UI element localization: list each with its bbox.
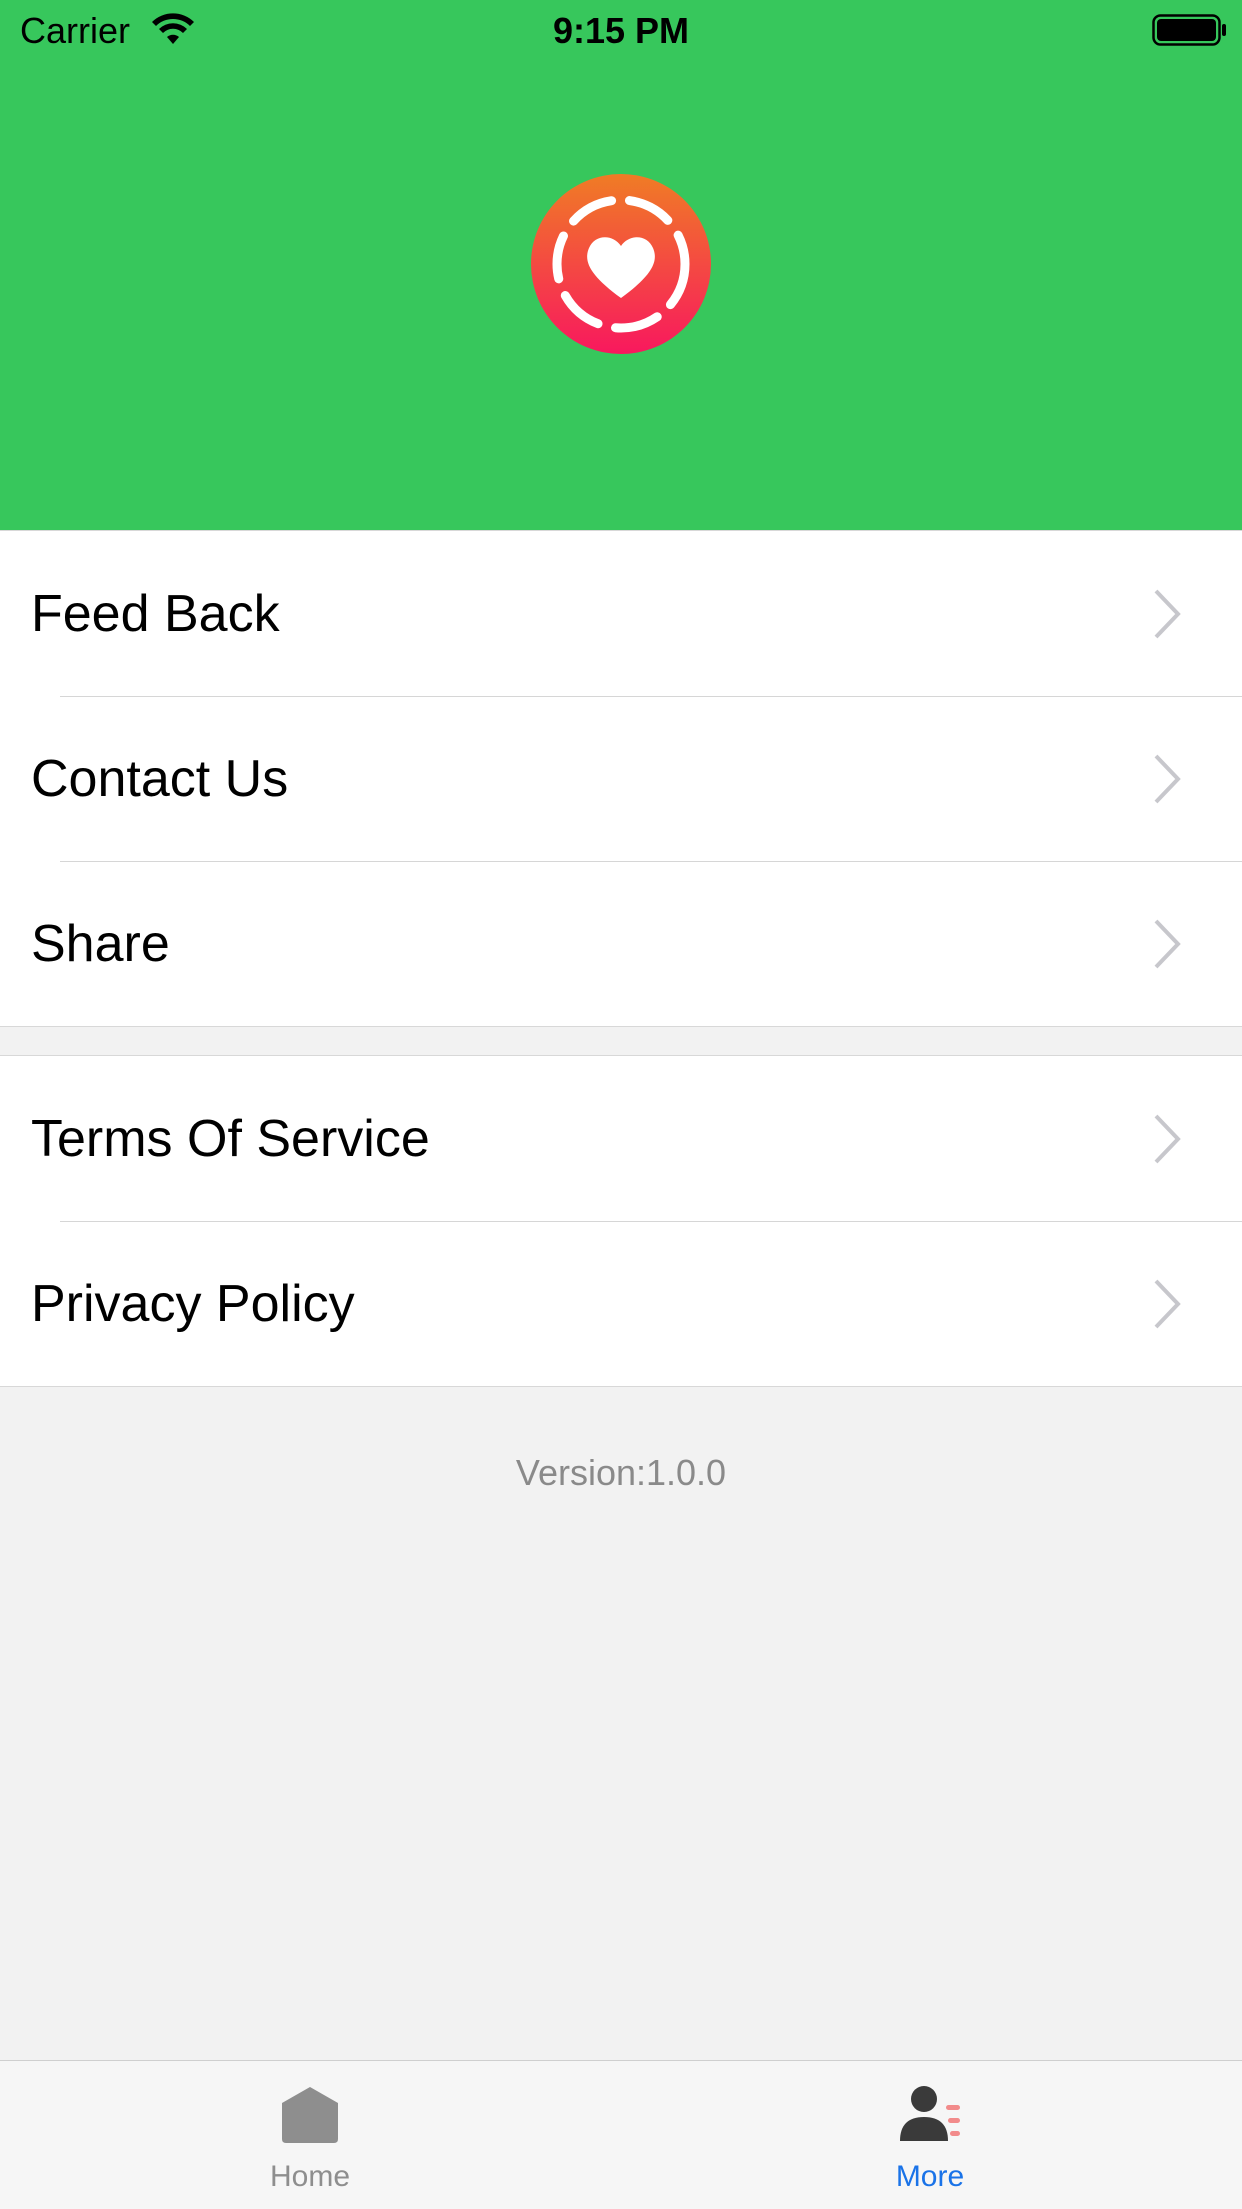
status-bar: Carrier 9:15 PM	[0, 0, 1242, 62]
chevron-right-icon	[1154, 1114, 1181, 1164]
chevron-right-icon	[1154, 754, 1181, 804]
menu-group-2: Terms Of Service Privacy Policy	[0, 1055, 1242, 1387]
status-time: 9:15 PM	[552, 10, 690, 51]
tab-more[interactable]: More	[780, 2061, 1080, 2209]
menu-item-label: Terms Of Service	[31, 1109, 430, 1168]
menu-item-label: Contact Us	[31, 749, 289, 808]
tab-bar: Home More	[0, 2060, 1242, 2209]
menu-item-feed-back[interactable]: Feed Back	[0, 531, 1242, 696]
menu-group-1: Feed Back Contact Us Share	[0, 530, 1242, 1027]
menu-item-label: Share	[31, 914, 170, 973]
menu-item-share[interactable]: Share	[0, 861, 1242, 1026]
home-icon	[282, 2087, 338, 2143]
tab-more-label: More	[895, 2160, 965, 2193]
menu-item-privacy-policy[interactable]: Privacy Policy	[0, 1221, 1242, 1386]
header: Carrier 9:15 PM	[0, 0, 1242, 530]
heart-ring-logo	[531, 174, 711, 354]
version-label: Version:1.0.0	[515, 1452, 727, 1493]
tab-home-label: Home	[269, 2160, 351, 2193]
menu-item-contact-us[interactable]: Contact Us	[0, 696, 1242, 861]
chevron-right-icon	[1154, 589, 1181, 639]
tab-home[interactable]: Home	[160, 2061, 460, 2209]
person-list-icon	[900, 2086, 960, 2141]
menu-item-label: Privacy Policy	[31, 1274, 355, 1333]
menu-item-terms-of-service[interactable]: Terms Of Service	[0, 1056, 1242, 1221]
menu-item-label: Feed Back	[31, 584, 280, 643]
battery-icon	[1152, 14, 1226, 46]
chevron-right-icon	[1154, 1279, 1181, 1329]
chevron-right-icon	[1154, 919, 1181, 969]
